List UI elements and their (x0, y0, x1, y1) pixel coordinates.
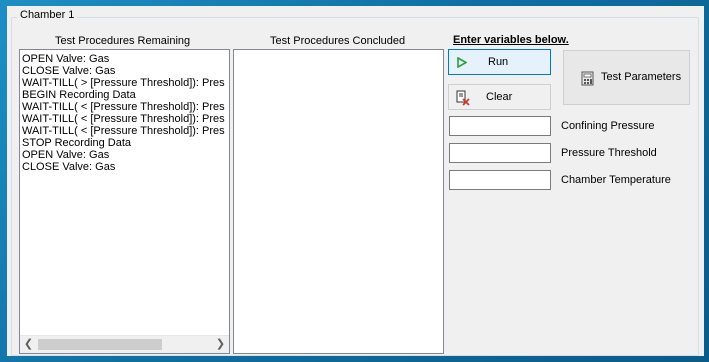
clear-button[interactable]: Clear (448, 84, 551, 110)
concluded-header: Test Procedures Concluded (270, 35, 406, 47)
chevron-left-icon[interactable]: ❮ (20, 336, 37, 353)
list-item[interactable]: OPEN Valve: Gas (20, 53, 229, 65)
list-item[interactable]: OPEN Valve: Gas (20, 149, 229, 161)
test-parameters-label: Test Parameters (601, 71, 682, 83)
remaining-listbox[interactable]: OPEN Valve: Gas CLOSE Valve: Gas WAIT-TILL… (19, 49, 230, 354)
pressure-threshold-label: Pressure Threshold (561, 147, 657, 159)
chamber-panel: Chamber 1 Test Procedures Remaining OPEN… (7, 6, 704, 356)
chamber-temperature-input[interactable] (449, 170, 551, 190)
list-item[interactable]: CLOSE Valve: Gas (20, 65, 229, 77)
list-item[interactable]: CLOSE Valve: Gas (20, 161, 229, 173)
horizontal-scrollbar[interactable]: ❮ ❯ (20, 335, 229, 353)
confining-pressure-label: Confining Pressure (561, 120, 655, 132)
group-title: Chamber 1 (17, 9, 78, 21)
test-parameters-button[interactable]: Test Parameters (563, 50, 690, 105)
clear-label: Clear (486, 91, 513, 103)
list-item[interactable]: WAIT-TILL( < [Pressure Threshold]): Pres (20, 113, 229, 125)
list-item[interactable]: STOP Recording Data (20, 137, 229, 149)
calculator-icon (581, 71, 594, 89)
confining-pressure-input[interactable] (449, 116, 551, 136)
concluded-listbox[interactable] (233, 49, 444, 354)
chamber-temperature-label: Chamber Temperature (561, 174, 671, 186)
clear-document-icon (456, 90, 470, 109)
pressure-threshold-input[interactable] (449, 143, 551, 163)
list-item[interactable]: BEGIN Recording Data (20, 89, 229, 101)
list-item[interactable]: WAIT-TILL( < [Pressure Threshold]): Pres (20, 101, 229, 113)
run-button[interactable]: Run (448, 49, 551, 75)
remaining-header: Test Procedures Remaining (55, 35, 191, 47)
play-icon (457, 56, 468, 71)
variables-heading: Enter variables below. (453, 34, 569, 46)
scroll-thumb[interactable] (38, 339, 162, 350)
chevron-right-icon[interactable]: ❯ (212, 336, 229, 353)
run-label: Run (488, 56, 509, 68)
list-item[interactable]: WAIT-TILL( > [Pressure Threshold]): Pres (20, 77, 229, 89)
list-item[interactable]: WAIT-TILL( < [Pressure Threshold]): Pres (20, 125, 229, 137)
